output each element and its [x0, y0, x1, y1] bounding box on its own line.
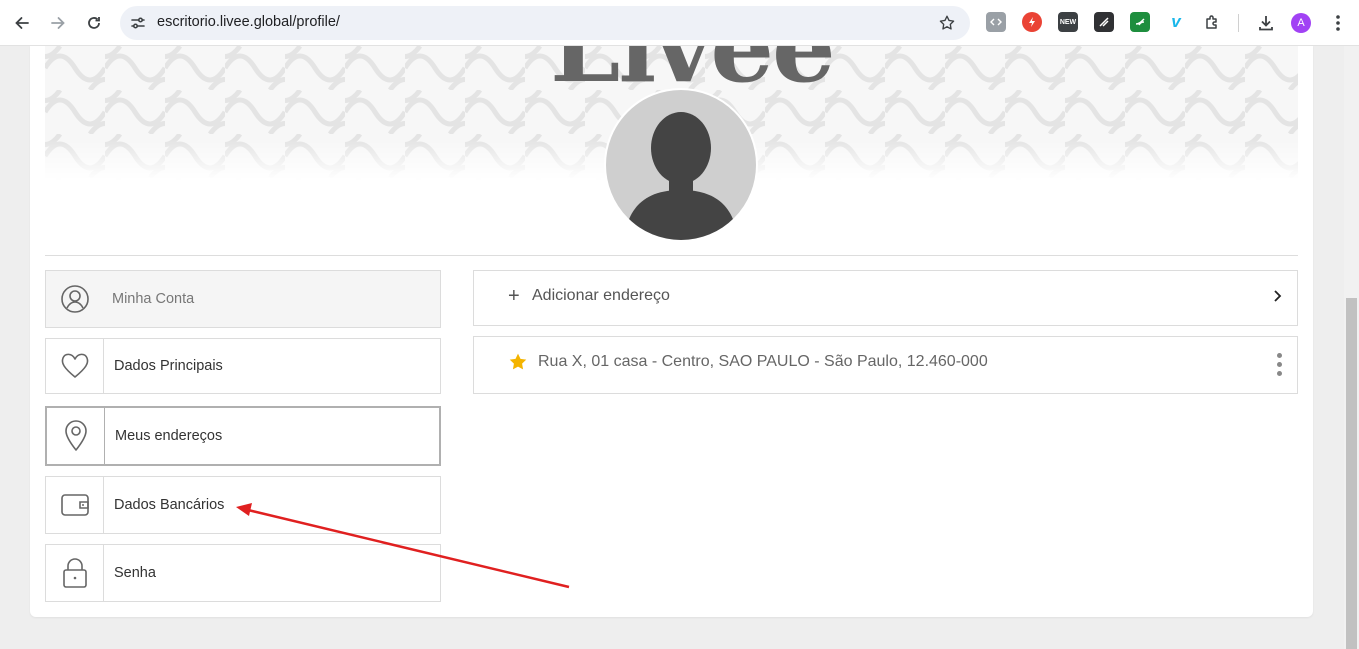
sidebar-header-minha-conta: Minha Conta	[45, 270, 441, 328]
reload-button[interactable]	[80, 9, 108, 37]
heart-icon	[46, 339, 104, 393]
add-address-label: Adicionar endereço	[532, 287, 670, 304]
plus-icon: +	[508, 285, 520, 307]
scrollbar-thumb[interactable]	[1346, 298, 1357, 649]
address-list-item[interactable]: Rua X, 01 casa - Centro, SAO PAULO - São…	[473, 336, 1298, 394]
page-scrollbar[interactable]	[1344, 46, 1359, 649]
section-divider	[45, 255, 1298, 256]
sidebar-item-dados-bancarios[interactable]: Dados Bancários	[45, 476, 441, 534]
page-viewport: Livee Minha Conta Dados Principais Meus …	[0, 46, 1344, 649]
address-text: Rua X, 01 casa - Centro, SAO PAULO - São…	[538, 353, 988, 370]
dark-extension-icon[interactable]	[1094, 12, 1114, 32]
site-settings-icon[interactable]	[128, 13, 148, 33]
address-options-icon[interactable]	[1273, 353, 1285, 379]
profile-card: Livee Minha Conta Dados Principais Meus …	[30, 46, 1313, 617]
profile-avatar[interactable]: A	[1291, 13, 1311, 33]
chevron-right-icon	[1274, 290, 1282, 302]
sidebar-item-label: Dados Principais	[114, 358, 223, 374]
extensions-puzzle-icon[interactable]	[1198, 9, 1226, 37]
code-extension-icon[interactable]	[986, 12, 1006, 32]
red-circle-extension-icon[interactable]	[1022, 12, 1042, 32]
profile-picture[interactable]	[604, 88, 758, 242]
lock-icon	[46, 545, 104, 601]
favorite-star-icon	[509, 353, 527, 370]
back-arrow-icon	[15, 17, 29, 29]
forward-button[interactable]	[44, 9, 72, 37]
url-text[interactable]: escritorio.livee.global/profile/	[157, 14, 340, 30]
address-bar[interactable]: escritorio.livee.global/profile/	[120, 6, 970, 40]
sidebar-header-label: Minha Conta	[112, 291, 195, 307]
wallet-icon	[46, 477, 104, 533]
sidebar-item-label: Senha	[114, 565, 156, 581]
vimeo-extension-icon[interactable]: v	[1166, 12, 1186, 32]
location-pin-icon	[47, 408, 105, 464]
sidebar-item-dados-principais[interactable]: Dados Principais	[45, 338, 441, 394]
back-button[interactable]	[8, 9, 36, 37]
news-extension-icon[interactable]: NEW	[1058, 12, 1078, 32]
browser-toolbar: escritorio.livee.global/profile/ NEW v A	[0, 0, 1359, 46]
browser-menu-icon[interactable]	[1324, 9, 1352, 37]
add-address-button[interactable]: + Adicionar endereço	[473, 270, 1298, 326]
green-extension-icon[interactable]	[1130, 12, 1150, 32]
bookmark-star-icon[interactable]	[936, 12, 958, 34]
downloads-icon[interactable]	[1252, 9, 1280, 37]
sidebar-item-label: Dados Bancários	[114, 497, 225, 513]
toolbar-separator	[1238, 14, 1239, 32]
sidebar-item-label: Meus endereços	[115, 428, 223, 444]
reload-icon	[88, 17, 100, 29]
sidebar-item-meus-enderecos[interactable]: Meus endereços	[45, 406, 441, 466]
forward-arrow-icon	[51, 17, 65, 29]
user-silhouette-icon	[624, 112, 738, 240]
sidebar-item-senha[interactable]: Senha	[45, 544, 441, 602]
account-circle-icon	[46, 271, 104, 327]
